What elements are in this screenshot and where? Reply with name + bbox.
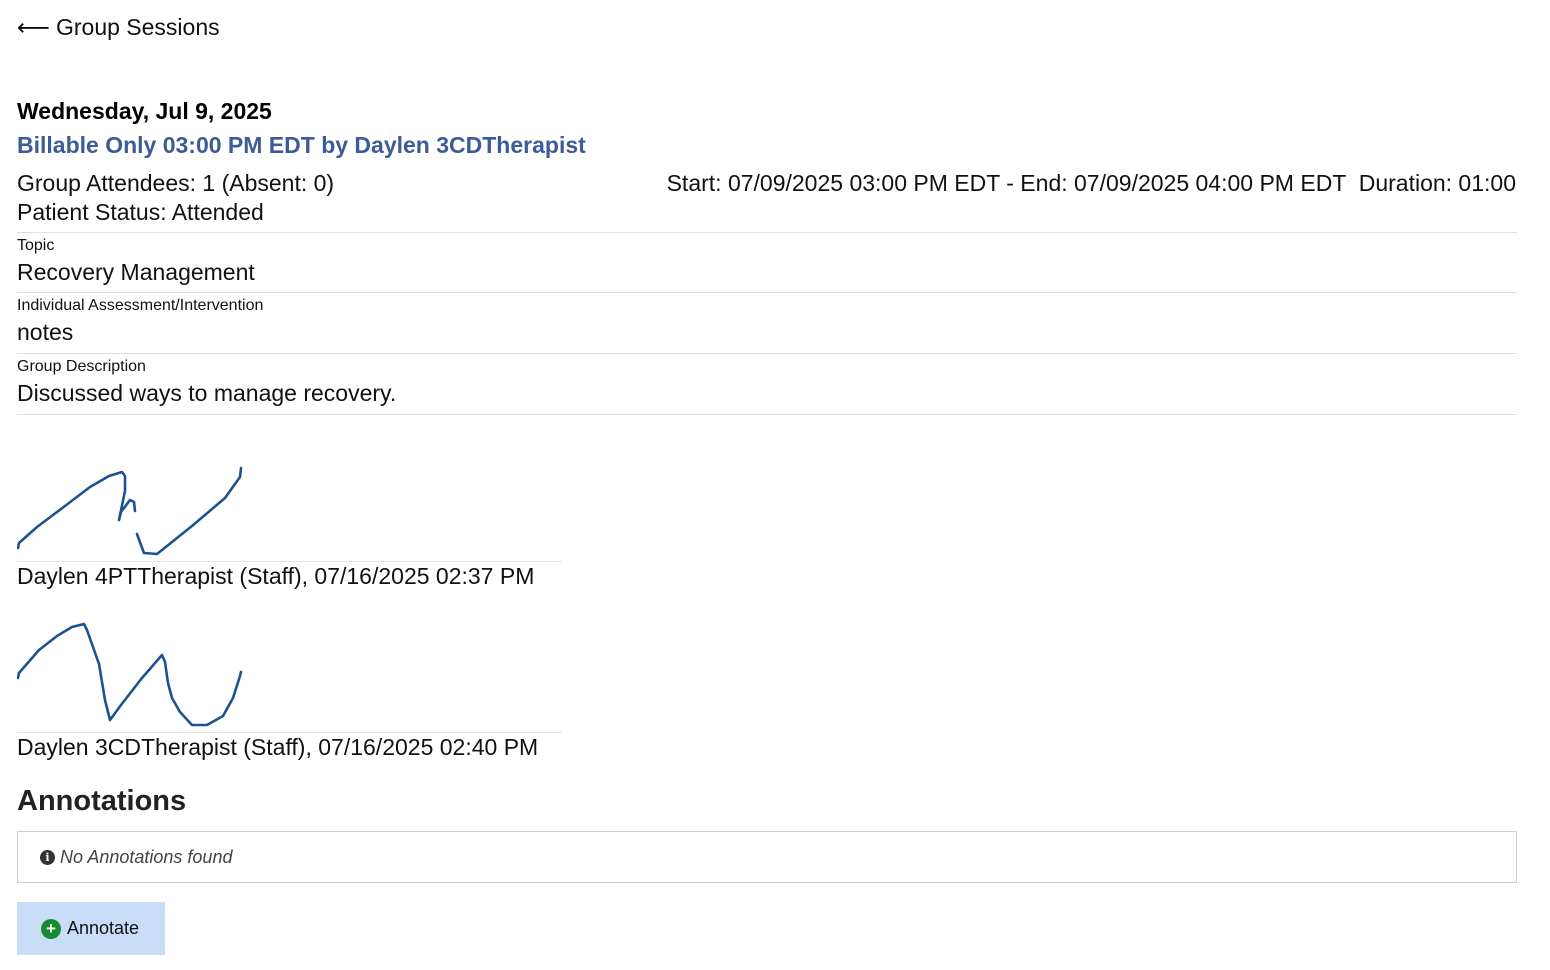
back-link-label: Group Sessions xyxy=(55,14,220,40)
annotate-button[interactable]: + Annotate xyxy=(17,902,165,955)
signature-divider-2 xyxy=(17,732,562,733)
annotations-heading: Annotations xyxy=(17,785,187,817)
no-annotations-message: No Annotations found xyxy=(60,846,233,867)
annotations-list-panel: i No Annotations found xyxy=(17,831,1517,883)
group-description-label: Group Description xyxy=(17,358,146,375)
assessment-label: Individual Assessment/Intervention xyxy=(17,297,264,314)
topic-label: Topic xyxy=(17,237,55,254)
assessment-field: Individual Assessment/Intervention notes xyxy=(17,292,1517,354)
back-to-group-sessions-link[interactable]: ⟵ Group Sessions xyxy=(17,14,220,41)
assessment-value: notes xyxy=(17,319,74,345)
signature-divider-1 xyxy=(17,561,562,562)
session-date: Wednesday, Jul 9, 2025 xyxy=(17,98,272,124)
signature-image-2 xyxy=(17,622,243,727)
plus-circle-icon: + xyxy=(41,918,61,939)
info-icon: i xyxy=(40,849,55,865)
signature-image-1 xyxy=(17,466,243,556)
session-timing: Start: 07/09/2025 03:00 PM EDT - End: 07… xyxy=(666,170,1516,196)
group-description-value: Discussed ways to manage recovery. xyxy=(17,380,397,406)
topic-field: Topic Recovery Management xyxy=(17,232,1517,293)
group-description-field: Group Description Discussed ways to mana… xyxy=(17,353,1517,415)
patient-status: Patient Status: Attended xyxy=(17,199,264,225)
back-arrow-icon: ⟵ xyxy=(17,14,50,40)
annotate-button-label: Annotate xyxy=(67,918,140,938)
session-title: Billable Only 03:00 PM EDT by Daylen 3CD… xyxy=(17,132,586,158)
topic-value: Recovery Management xyxy=(17,259,255,285)
signature-caption-1: Daylen 4PTTherapist (Staff), 07/16/2025 … xyxy=(17,563,535,589)
signature-caption-2: Daylen 3CDTherapist (Staff), 07/16/2025 … xyxy=(17,734,539,760)
